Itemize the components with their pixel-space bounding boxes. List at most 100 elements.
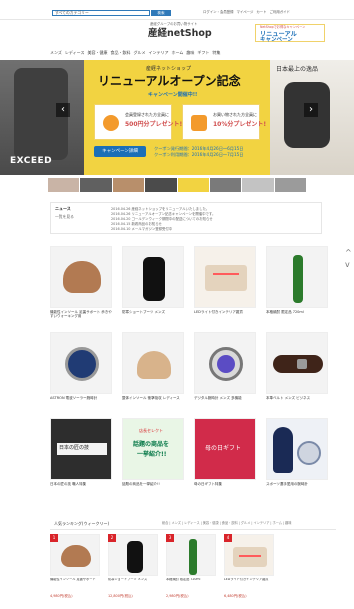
brand-exceed-label: EXCEED (10, 156, 53, 166)
news-list: 2016.04.26 産経ネットショップをリニューアルいたしました。 2016.… (111, 207, 311, 232)
product-card[interactable]: 店長セレクト 話題の商品を 一挙紹介!! 話題の商品を一挙紹介!! (122, 418, 184, 500)
product-caption[interactable]: デジタル腕時計 メンズ 多機能 (194, 396, 256, 412)
carousel-thumbnails (48, 178, 306, 192)
news-item[interactable]: 2016.04.10 メールマガジン登録受付中 (111, 227, 311, 232)
ranking-caption[interactable]: 本格焼酎 限定品 720ml (166, 578, 216, 590)
product-image-craft[interactable]: 日本の匠の技 (50, 418, 112, 480)
hero-right-text: 日本最上の逸品 (276, 66, 319, 73)
renewal-promo-banner[interactable]: NetShopでお得なキャンペーン リニューアル キャンペーン (255, 24, 325, 43)
scroll-up-icon[interactable]: ^ (345, 248, 352, 258)
hero-right-slide[interactable]: 日本最上の逸品 (270, 60, 354, 175)
product-image-boots[interactable] (122, 246, 184, 308)
product-card[interactable]: 本革ベルト メンズ ビジネス (266, 332, 328, 414)
product-image-watch-silver[interactable] (194, 332, 256, 394)
search-button[interactable]: 検索 (151, 10, 171, 16)
ranking-badge: 1 (50, 534, 58, 542)
menu-item-interior[interactable]: インテリア (148, 50, 168, 56)
craft-title: 日本の匠の技 (59, 445, 90, 451)
product-card[interactable]: 本格焼酎 限定品 720ml (266, 246, 328, 328)
product-card[interactable]: 防寒ショートブーツ メンズ (122, 246, 184, 328)
product-card[interactable]: 機能性インソール 足裏サポート 歩きやすいウォーキング用 (50, 246, 112, 328)
product-card[interactable]: LEDライト付きインテリア雑貨 (194, 246, 256, 328)
ranking-price: 4,980円(税込) (50, 594, 73, 598)
product-image-topics[interactable]: 店長セレクト 話題の商品を 一挙紹介!! (122, 418, 184, 480)
product-image-watch-blue[interactable] (50, 332, 112, 394)
carousel-prev-button[interactable]: ‹ (56, 103, 70, 117)
thumbnail-1[interactable] (48, 178, 80, 192)
ranking-badge: 3 (166, 534, 174, 542)
product-caption[interactable]: 本格焼酎 限定品 720ml (266, 310, 328, 326)
product-card[interactable]: 整体インソール 衝撃吸収 レディース (122, 332, 184, 414)
benefit-purchase-value: 10%分プレゼント! (213, 121, 267, 128)
login-link[interactable]: ログイン・会員登録 (203, 10, 234, 16)
menu-item-food[interactable]: 食品・飲料 (110, 50, 130, 56)
thumbnail-6[interactable] (209, 178, 242, 192)
ranking-caption[interactable]: LEDライト付きインテリア雑貨 (224, 578, 274, 590)
product-caption[interactable]: 整体インソール 衝撃吸収 レディース (122, 396, 184, 412)
ranking-caption[interactable]: 防寒ショートブーツ メンズ (108, 578, 158, 590)
ranking-item[interactable]: 1 機能性インソール 足裏サポート 4,980円(税込) (50, 534, 100, 604)
ranking-item[interactable]: 4 LEDライト付きインテリア雑貨 6,480円(税込) (224, 534, 274, 604)
product-card[interactable]: ASTRON 電波ソーラー腕時計 (50, 332, 112, 414)
thumbnail-4[interactable] (145, 178, 177, 192)
benefit-purchase-label: お買い物された方全員に (213, 112, 257, 117)
carousel-next-button[interactable]: › (304, 103, 318, 117)
ranking-price: 2,980円(税込) (166, 594, 189, 598)
product-caption[interactable]: 日本の匠の技 職人特集 (50, 482, 112, 498)
product-card[interactable]: デジタル腕時計 メンズ 多機能 (194, 332, 256, 414)
product-image-insole-flat[interactable] (122, 332, 184, 394)
product-caption[interactable]: 機能性インソール 足裏サポート 歩きやすいウォーキング用 (50, 310, 112, 326)
cart-link[interactable]: カート (256, 10, 266, 16)
product-image-mothers-day[interactable]: 母の日ギフト (194, 418, 256, 480)
menu-item-home[interactable]: ホーム (171, 50, 183, 56)
product-card[interactable]: 母の日ギフト 母の日ギフト特集 (194, 418, 256, 500)
product-image-athlete[interactable] (266, 418, 328, 480)
thumbnail-5[interactable] (177, 178, 209, 192)
product-image-insole[interactable] (50, 246, 112, 308)
product-image-belt[interactable] (266, 332, 328, 394)
ranking-item[interactable]: 2 防寒ショートブーツ メンズ 12,800円(税込) (108, 534, 158, 604)
benefit-card-signup: 会員登録された方全員に 500円分プレゼント! (94, 104, 182, 140)
thumbnail-8[interactable] (274, 178, 306, 192)
ranking-caption[interactable]: 機能性インソール 足裏サポート (50, 578, 100, 590)
search-input[interactable]: すべてのカテゴリー (52, 10, 150, 16)
scroll-down-icon[interactable]: v (345, 260, 350, 270)
product-caption[interactable]: 話題の商品を一挙紹介!! (122, 482, 184, 498)
hero-left-slide[interactable]: EXCEED (0, 60, 84, 175)
thumbnail-7[interactable] (242, 178, 274, 192)
product-image-bottle[interactable] (266, 246, 328, 308)
menu-item-gift[interactable]: ギフト (197, 50, 209, 56)
menu-item-feature[interactable]: 特集 (212, 50, 220, 56)
site-logo[interactable]: 産経グループのお買い物サイト 産経netShop (140, 22, 214, 42)
product-caption[interactable]: 母の日ギフト特集 (194, 482, 256, 498)
gift-icon (103, 115, 119, 131)
mothers-day-title: 母の日ギフト (205, 445, 242, 452)
product-image-device[interactable] (194, 246, 256, 308)
news-title: ニュース (55, 206, 71, 211)
product-caption[interactable]: スポーツ選手愛用の腕時計 (266, 482, 328, 498)
menu-item-gourmet[interactable]: グルメ (133, 50, 145, 56)
thumbnail-3[interactable] (112, 178, 145, 192)
menu-item-beauty[interactable]: 美容・健康 (87, 50, 107, 56)
product-card[interactable]: スポーツ選手愛用の腕時計 (266, 418, 328, 500)
guide-link[interactable]: ご利用ガイド (270, 10, 290, 16)
campaign-details-button[interactable]: キャンペーン詳細 (94, 146, 146, 157)
product-caption[interactable]: 防寒ショートブーツ メンズ (122, 310, 184, 326)
search-category-select[interactable]: すべてのカテゴリー (55, 10, 89, 16)
ranking-item[interactable]: 3 本格焼酎 限定品 720ml 2,980円(税込) (166, 534, 216, 604)
news-more-link[interactable]: 一覧を見る (55, 214, 74, 220)
menu-item-mens[interactable]: メンズ (50, 50, 62, 56)
thumbnail-2[interactable] (80, 178, 112, 192)
product-caption[interactable]: 本革ベルト メンズ ビジネス (266, 396, 328, 412)
menu-item-ladies[interactable]: レディース (65, 50, 85, 56)
mypage-link[interactable]: マイページ (237, 10, 254, 16)
coupon-use-period: クーポン利用期間：2016年4月26日～7月15日 (154, 152, 244, 157)
ranking-tabs[interactable]: 総合 | メンズ | レディース | 美容・健康 | 食品・飲料 | グルメ |… (162, 521, 291, 526)
menu-item-hobby[interactable]: 趣味 (186, 50, 194, 56)
promo-small-text: NetShopでお得なキャンペーン (260, 25, 306, 29)
ranking-section: 人気ランキング(ウィークリー) 総合 | メンズ | レディース | 美容・健康… (50, 520, 336, 606)
product-card[interactable]: 日本の匠の技 日本の匠の技 職人特集 (50, 418, 112, 500)
hero-main-slide[interactable]: 産経ネットショップ リニューアルオープン記念 キャンペーン開催中!! 会員登録さ… (84, 60, 270, 175)
product-caption[interactable]: ASTRON 電波ソーラー腕時計 (50, 396, 112, 412)
product-caption[interactable]: LEDライト付きインテリア雑貨 (194, 310, 256, 326)
